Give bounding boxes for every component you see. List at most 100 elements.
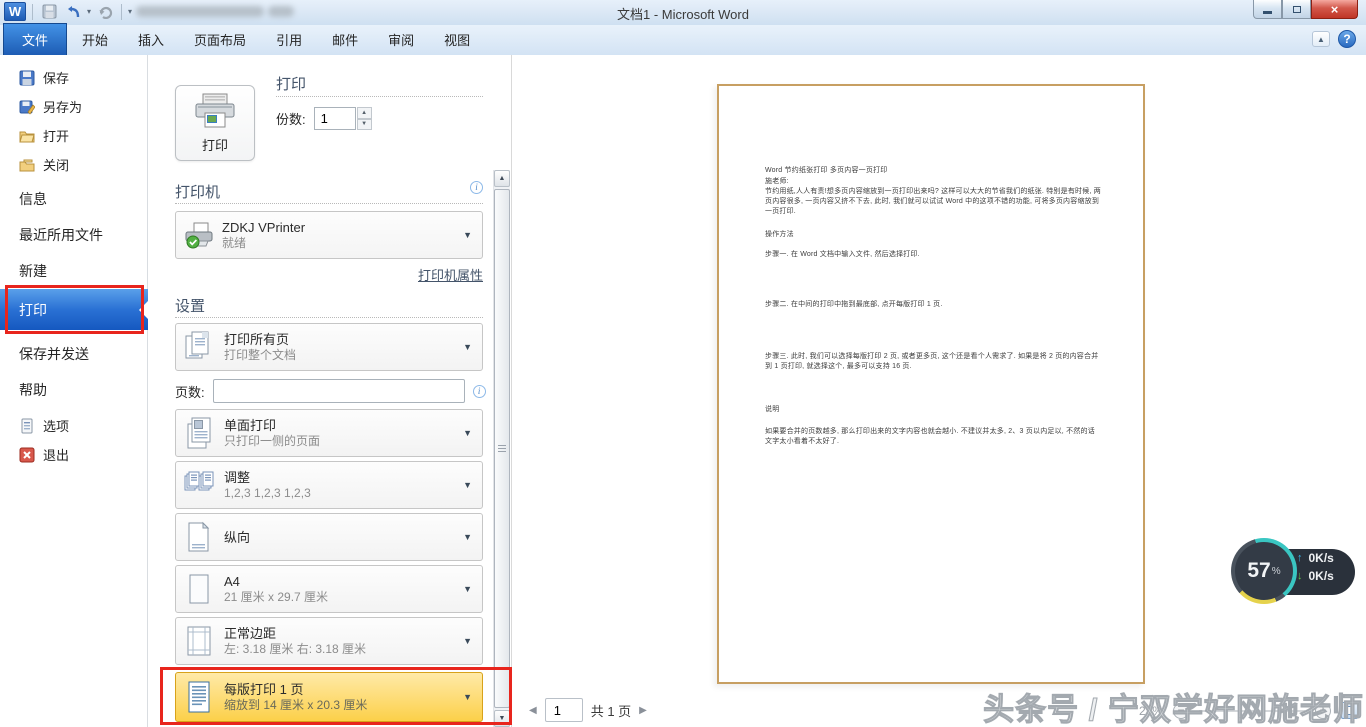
doc-title: Word 节约纸张打印 多页内容一页打印 <box>765 166 1101 176</box>
doc-step: 步骤二. 在中间的打印中拖到最底部, 点开每版打印 1 页. <box>765 300 1101 310</box>
scroll-down-icon[interactable]: ▼ <box>494 710 510 727</box>
printer-info-icon[interactable]: i <box>470 181 483 194</box>
open-folder-icon <box>19 128 35 144</box>
window-title: 文档1 - Microsoft Word <box>0 4 1366 23</box>
tab-home[interactable]: 开始 <box>67 25 123 55</box>
copies-input[interactable] <box>314 107 356 130</box>
window-controls: × <box>1253 0 1358 19</box>
collated-pages-icon <box>184 468 214 502</box>
printer-dropdown[interactable]: ZDKJ VPrinter 就绪 ▼ <box>175 211 483 259</box>
previous-page-icon[interactable]: ◀ <box>529 705 537 716</box>
copies-increment-icon[interactable]: ▲ <box>357 107 372 119</box>
backstage-view: 保存 另存为 打开 关闭 信息 最近所用文件 新建 <box>0 55 1366 727</box>
chevron-down-icon: ▼ <box>463 480 474 490</box>
chevron-down-icon: ▼ <box>463 230 474 240</box>
sidebar-item-save-as[interactable]: 另存为 <box>0 92 148 121</box>
pages-info-icon[interactable]: i <box>473 385 486 398</box>
sidebar-item-label: 退出 <box>43 445 69 464</box>
dropdown-title: 打印所有页 <box>224 331 296 348</box>
paper-size-icon <box>184 572 214 606</box>
margins-dropdown[interactable]: 正常边距 左: 3.18 厘米 右: 3.18 厘米 ▼ <box>175 617 483 665</box>
dropdown-subtitle: 21 厘米 x 29.7 厘米 <box>224 590 328 605</box>
minimize-button[interactable] <box>1253 0 1282 19</box>
sidebar-item-options[interactable]: 选项 <box>0 411 148 440</box>
sidebar-item-save-send[interactable]: 保存并发送 <box>0 336 148 372</box>
current-page-input[interactable] <box>545 698 583 722</box>
progress-ring: 57 % <box>1231 538 1297 604</box>
print-button[interactable]: 打印 <box>175 85 255 161</box>
tab-references[interactable]: 引用 <box>261 25 317 55</box>
doc-step: 步骤一. 在 Word 文档中输入文件, 然后选择打印. <box>765 250 1101 260</box>
collapse-ribbon-icon[interactable]: ▲ <box>1312 31 1330 47</box>
divider <box>175 203 483 204</box>
help-icon[interactable]: ? <box>1338 30 1356 48</box>
printer-status: 就绪 <box>222 236 305 251</box>
doc-step: 步骤三. 此时, 我们可以选择每版打印 2 页, 或者更多页, 这个还是看个人需… <box>765 352 1101 372</box>
section-print-header: 打印 <box>276 73 306 94</box>
divider <box>276 96 483 97</box>
tab-mailings[interactable]: 邮件 <box>317 25 373 55</box>
doc-paragraph: 节约用纸,人人有责!想多页内容缩放到一页打印出来吗? 这样可以大大的节省我们的纸… <box>765 187 1101 217</box>
pages-per-sheet-dropdown[interactable]: 每版打印 1 页 缩放到 14 厘米 x 20.3 厘米 ▼ <box>175 672 483 722</box>
pages-per-sheet-icon <box>184 680 214 714</box>
pages-label: 页数: <box>175 382 205 401</box>
chevron-down-icon: ▼ <box>463 532 474 542</box>
sidebar-item-label: 选项 <box>43 416 69 435</box>
dropdown-subtitle: 缩放到 14 厘米 x 20.3 厘米 <box>224 698 367 713</box>
copies-label: 份数: <box>276 109 306 128</box>
upload-arrow-icon: ↑ <box>1297 552 1303 564</box>
print-button-label: 打印 <box>202 135 228 154</box>
printer-properties-link[interactable]: 打印机属性 <box>418 268 483 283</box>
printer-icon <box>194 93 236 129</box>
tab-page-layout[interactable]: 页面布局 <box>179 25 261 55</box>
one-sided-page-icon <box>184 416 214 450</box>
dropdown-subtitle: 打印整个文档 <box>224 348 296 363</box>
download-speed-widget[interactable]: ↑ 0K/s ↓ 0K/s 57 % <box>1231 538 1361 606</box>
pages-input[interactable] <box>213 379 465 403</box>
save-icon <box>19 70 35 86</box>
close-button[interactable]: × <box>1311 0 1358 19</box>
sidebar-item-exit[interactable]: 退出 <box>0 440 148 469</box>
doc-heading: 操作方法 <box>765 230 1101 240</box>
sidebar-item-recent[interactable]: 最近所用文件 <box>0 217 148 253</box>
collate-dropdown[interactable]: 调整 1,2,3 1,2,3 1,2,3 ▼ <box>175 461 483 509</box>
print-preview-area: Word 节约纸张打印 多页内容一页打印 施老师: 节约用纸,人人有责!想多页内… <box>513 55 1366 727</box>
scroll-up-icon[interactable]: ▲ <box>494 170 510 187</box>
tab-review[interactable]: 审阅 <box>373 25 429 55</box>
sidebar-item-open[interactable]: 打开 <box>0 121 148 150</box>
print-range-dropdown[interactable]: 打印所有页 打印整个文档 ▼ <box>175 323 483 371</box>
save-as-icon <box>19 99 35 115</box>
tab-view[interactable]: 视图 <box>429 25 485 55</box>
duplex-dropdown[interactable]: 单面打印 只打印一侧的页面 ▼ <box>175 409 483 457</box>
dropdown-title: 调整 <box>224 469 311 486</box>
sidebar-item-info[interactable]: 信息 <box>0 181 148 217</box>
sidebar-item-save[interactable]: 保存 <box>0 63 148 92</box>
sidebar-item-help[interactable]: 帮助 <box>0 372 148 408</box>
page-total-label: 共 1 页 <box>591 701 631 720</box>
pages-icon <box>184 330 214 364</box>
dropdown-subtitle: 左: 3.18 厘米 右: 3.18 厘米 <box>224 642 366 657</box>
tab-file[interactable]: 文件 <box>3 23 67 55</box>
doc-line: 施老师: <box>765 177 1101 187</box>
sidebar-item-print[interactable]: 打印 <box>0 289 148 330</box>
dropdown-title: A4 <box>224 573 328 590</box>
title-bar: W ▾ ▾ 文档1 - Microsoft Word × <box>0 0 1366 25</box>
sidebar-item-new[interactable]: 新建 <box>0 253 148 289</box>
scrollbar-thumb[interactable] <box>494 189 510 708</box>
sidebar-item-label: 保存并发送 <box>19 344 89 364</box>
next-page-icon[interactable]: ▶ <box>639 705 647 716</box>
chevron-down-icon: ▼ <box>463 428 474 438</box>
sidebar-item-close[interactable]: 关闭 <box>0 150 148 179</box>
dropdown-subtitle: 只打印一侧的页面 <box>224 434 320 449</box>
copies-decrement-icon[interactable]: ▼ <box>357 119 372 131</box>
printer-name: ZDKJ VPrinter <box>222 219 305 236</box>
exit-icon <box>19 447 35 463</box>
ribbon-tab-strip: 文件 开始 插入 页面布局 引用 邮件 审阅 视图 ▲ ? <box>0 25 1366 55</box>
orientation-dropdown[interactable]: 纵向 ▼ <box>175 513 483 561</box>
dropdown-title: 正常边距 <box>224 625 366 642</box>
panel-scrollbar[interactable]: ▲ ▼ <box>493 170 510 727</box>
portrait-page-icon <box>184 520 214 554</box>
tab-insert[interactable]: 插入 <box>123 25 179 55</box>
restore-button[interactable] <box>1282 0 1311 19</box>
paper-size-dropdown[interactable]: A4 21 厘米 x 29.7 厘米 ▼ <box>175 565 483 613</box>
